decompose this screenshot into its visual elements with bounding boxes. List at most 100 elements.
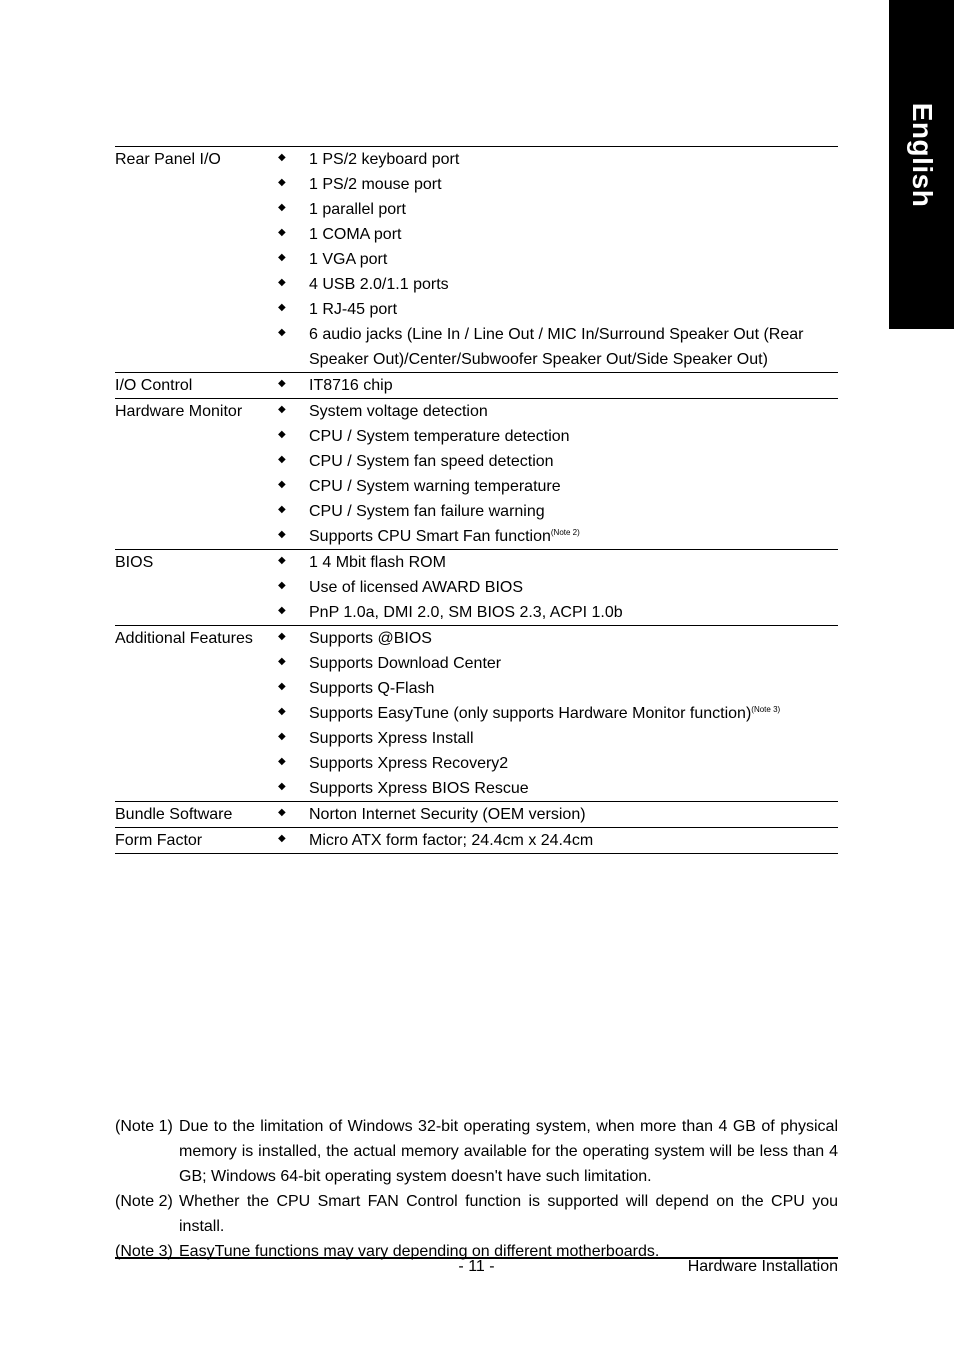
diamond-bullet-icon [275, 676, 309, 701]
diamond-bullet-icon [275, 297, 309, 322]
spec-item-text: System voltage detection [309, 399, 838, 424]
spec-label: Additional Features [115, 630, 253, 647]
spec-item-value: 1 COMA port [309, 226, 402, 243]
language-tab: English [889, 0, 954, 329]
spec-item: Supports Download Center [275, 651, 838, 676]
spec-item-text: 6 audio jacks (Line In / Line Out / MIC … [309, 322, 838, 372]
diamond-bullet-icon [275, 550, 309, 575]
section-name: Hardware Installation [687, 1258, 838, 1275]
spec-items: Norton Internet Security (OEM version) [275, 802, 838, 827]
spec-item-value: 1 PS/2 mouse port [309, 176, 442, 193]
spec-item-text: Supports Xpress BIOS Rescue [309, 776, 838, 801]
spec-item-text: 1 VGA port [309, 247, 838, 272]
diamond-bullet-icon [275, 575, 309, 600]
spec-item: IT8716 chip [275, 373, 838, 398]
footnote-label: (Note 1) [115, 1118, 173, 1135]
spec-item: 1 PS/2 mouse port [275, 172, 838, 197]
spec-item: 1 parallel port [275, 197, 838, 222]
spec-item-value: Supports @BIOS [309, 630, 432, 647]
spec-item-value: Supports CPU Smart Fan function [309, 528, 551, 545]
spec-item: 1 PS/2 keyboard port [275, 147, 838, 172]
spec-label: Hardware Monitor [115, 403, 243, 420]
note-reference: (Note 3) [751, 705, 781, 714]
spec-item: Supports Xpress BIOS Rescue [275, 776, 838, 801]
spec-item: CPU / System fan speed detection [275, 449, 838, 474]
diamond-bullet-icon [275, 424, 309, 449]
spec-items: IT8716 chip [275, 373, 838, 398]
spec-item-value: PnP 1.0a, DMI 2.0, SM BIOS 2.3, ACPI 1.0… [309, 604, 623, 621]
spec-item-value: CPU / System temperature detection [309, 428, 570, 445]
spec-item-value: System voltage detection [309, 403, 488, 420]
footnote-label: (Note 2) [115, 1193, 173, 1210]
diamond-bullet-icon [275, 626, 309, 651]
spec-item-text: Supports Xpress Install [309, 726, 838, 751]
spec-item-value: Supports Xpress Install [309, 730, 474, 747]
spec-item-value: Supports Q-Flash [309, 680, 435, 697]
spec-item: 1 RJ-45 port [275, 297, 838, 322]
spec-item-value: 1 PS/2 keyboard port [309, 151, 460, 168]
spec-items: Supports @BIOS Supports Download Center Su… [275, 626, 838, 801]
diamond-bullet-icon [275, 172, 309, 197]
diamond-bullet-icon [275, 726, 309, 751]
spec-item-text: IT8716 chip [309, 373, 838, 398]
spec-item-text: CPU / System warning temperature [309, 474, 838, 499]
footnotes: (Note 1) Due to the limitation of Windows… [115, 1114, 838, 1264]
spec-item-text: 1 PS/2 keyboard port [309, 147, 838, 172]
spec-item-text: 4 USB 2.0/1.1 ports [309, 272, 838, 297]
spec-item-text: 1 parallel port [309, 197, 838, 222]
spec-item: 6 audio jacks (Line In / Line Out / MIC … [275, 322, 838, 372]
diamond-bullet-icon [275, 197, 309, 222]
spec-item: Norton Internet Security (OEM version) [275, 802, 838, 827]
page-footer: - 11 - Hardware Installation [115, 1258, 838, 1278]
spec-item-value: CPU / System fan failure warning [309, 503, 545, 520]
spec-label: Rear Panel I/O [115, 151, 221, 168]
spec-item: Supports Xpress Recovery2 [275, 751, 838, 776]
spec-item: System voltage detection [275, 399, 838, 424]
diamond-bullet-icon [275, 802, 309, 827]
spec-item-text: Supports CPU Smart Fan function(Note 2) [309, 524, 838, 549]
diamond-bullet-icon [275, 524, 309, 549]
spec-item-value: 4 USB 2.0/1.1 ports [309, 276, 449, 293]
diamond-bullet-icon [275, 222, 309, 247]
spec-item-value: 1 VGA port [309, 251, 388, 268]
spec-item: Supports EasyTune (only supports Hardwar… [275, 701, 838, 726]
diamond-bullet-icon [275, 322, 309, 372]
spec-item-value: 1 RJ-45 port [309, 301, 398, 318]
spec-label: Form Factor [115, 832, 203, 849]
spec-item-text: Supports Xpress Recovery2 [309, 751, 838, 776]
diamond-bullet-icon [275, 147, 309, 172]
spec-items: 1 PS/2 keyboard port 1 PS/2 mouse port 1 p… [275, 147, 838, 372]
spec-item-text: PnP 1.0a, DMI 2.0, SM BIOS 2.3, ACPI 1.0… [309, 600, 838, 625]
footnote: (Note 2) Whether the CPU Smart FAN Contro… [115, 1189, 838, 1239]
spec-item: 4 USB 2.0/1.1 ports [275, 272, 838, 297]
spec-item-text: CPU / System temperature detection [309, 424, 838, 449]
spec-item: Supports Xpress Install [275, 726, 838, 751]
spec-row: BIOS 1 4 Mbit flash ROM Use of licensed AW… [115, 550, 838, 626]
spec-row: Additional FeaturesSupports @BIOSSupport… [115, 626, 838, 802]
footnote: (Note 1) Due to the limitation of Windows… [115, 1114, 838, 1189]
diamond-bullet-icon [275, 399, 309, 424]
spec-item-text: CPU / System fan failure warning [309, 499, 838, 524]
spec-item: CPU / System fan failure warning [275, 499, 838, 524]
spec-item-text: 1 COMA port [309, 222, 838, 247]
spec-row: Form Factor Micro ATX form factor; 24.4cm… [115, 828, 838, 854]
spec-item-value: Supports Download Center [309, 655, 502, 672]
spec-item-text: 1 4 Mbit flash ROM [309, 550, 838, 575]
diamond-bullet-icon [275, 701, 309, 726]
spec-row: Bundle Software Norton Internet Security … [115, 802, 838, 828]
spec-item-text: 1 RJ-45 port [309, 297, 838, 322]
spec-item: 1 COMA port [275, 222, 838, 247]
spec-label: I/O Control [115, 377, 193, 394]
spec-item-value: 1 parallel port [309, 201, 406, 218]
spec-item-value: Norton Internet Security (OEM version) [309, 806, 586, 823]
language-tab-label: English [906, 102, 938, 208]
spec-items: System voltage detection CPU / System tem… [275, 399, 838, 549]
footnote-text: Whether the CPU Smart FAN Control functi… [179, 1193, 838, 1235]
spec-item-value: CPU / System warning temperature [309, 478, 561, 495]
specification-table: Rear Panel I/O1 PS/2 keyboard port1 PS/2… [115, 146, 838, 854]
diamond-bullet-icon [275, 751, 309, 776]
spec-row: Rear Panel I/O1 PS/2 keyboard port1 PS/2… [115, 147, 838, 373]
spec-item: Supports @BIOS [275, 626, 838, 651]
spec-item-text: Use of licensed AWARD BIOS [309, 575, 838, 600]
spec-item: 1 VGA port [275, 247, 838, 272]
